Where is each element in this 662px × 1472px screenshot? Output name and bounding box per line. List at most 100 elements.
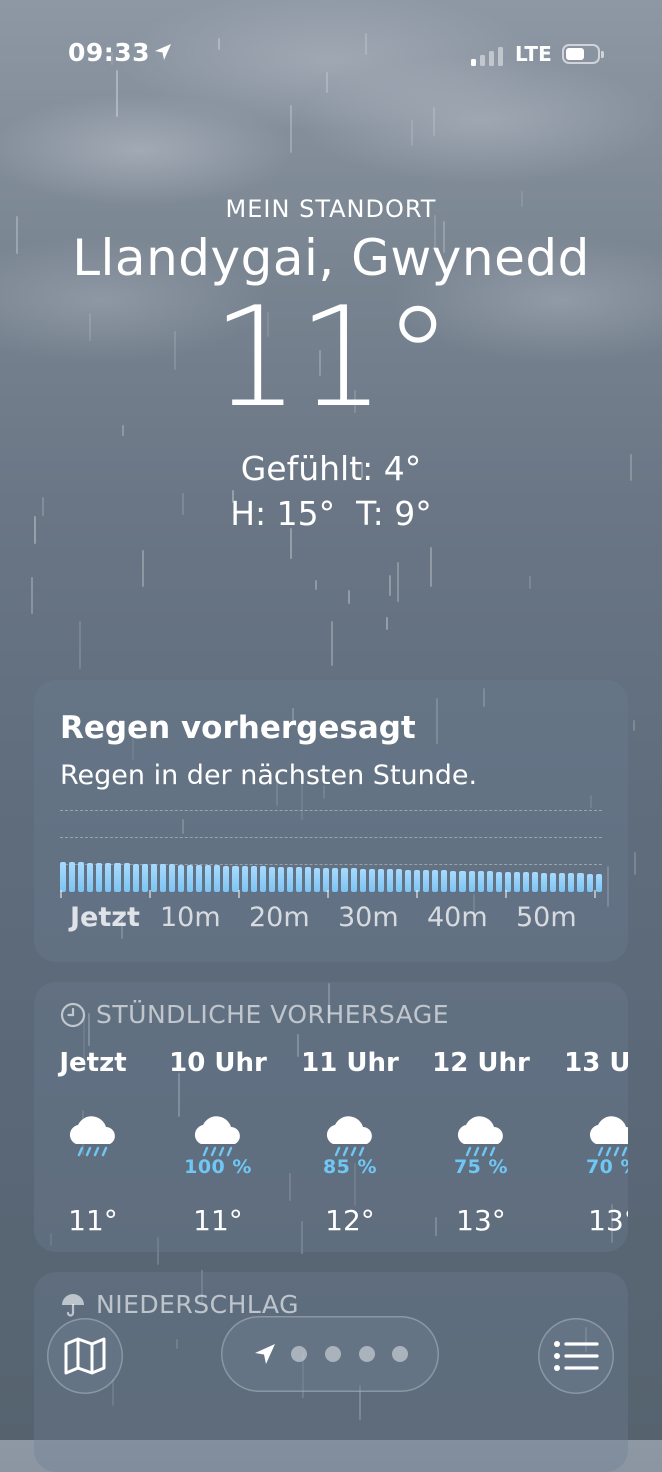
minute-bar — [332, 868, 339, 892]
hour-temp: 13° — [588, 1204, 628, 1237]
minute-bar — [377, 869, 384, 892]
minute-bar — [314, 867, 321, 892]
page-dot[interactable] — [392, 1346, 408, 1362]
minute-bar — [250, 866, 257, 892]
minute-bar — [341, 868, 348, 892]
minute-bar — [205, 865, 212, 892]
page-indicator[interactable] — [221, 1316, 439, 1392]
minute-bar — [495, 871, 502, 892]
minute-bar — [150, 864, 157, 892]
hourly-forecast-title: STÜNDLICHE VORHERSAGE — [96, 1000, 450, 1029]
minute-bar — [159, 864, 166, 892]
hour-precip: 100 % — [184, 1156, 252, 1178]
minute-bar — [296, 867, 303, 892]
hour-temp: 13° — [456, 1204, 506, 1237]
minute-labels: Jetzt 10m 20m 30m 40m 50m — [34, 902, 628, 936]
minute-bar — [395, 869, 402, 892]
hourly-scroll[interactable]: Jetzt 11° 10 Uhr 100 % 11° 11 Uhr 85 % 1… — [34, 1048, 628, 1238]
rain-forecast-title: Regen vorhergesagt — [60, 710, 416, 746]
minute-label-now: Jetzt — [70, 902, 140, 933]
minute-bar — [259, 866, 266, 892]
hour-temp: 11° — [68, 1204, 118, 1237]
precipitation-title: NIEDERSCHLAG — [96, 1290, 299, 1319]
minute-bar — [69, 862, 76, 892]
weather-header: MEIN STANDORT Llandygai, Gwynedd 11° Gef… — [0, 195, 662, 533]
minute-bar — [123, 863, 130, 892]
rain-streak — [326, 72, 328, 93]
grid-line — [60, 810, 602, 811]
high-low: H: 15° T: 9° — [230, 494, 432, 533]
minute-bar — [414, 869, 421, 892]
hour-label: 13 Uhr — [564, 1048, 628, 1078]
minute-tick — [60, 890, 62, 898]
minute-bar — [187, 864, 194, 892]
minute-bar — [441, 870, 448, 892]
minute-bar — [386, 869, 393, 892]
minute-bar — [305, 867, 312, 892]
minute-bar — [105, 863, 112, 892]
minute-bar — [232, 865, 239, 892]
hour-label: 12 Uhr — [432, 1048, 530, 1078]
minute-label: 40m — [427, 902, 488, 933]
hour-temp: 11° — [193, 1204, 243, 1237]
rain-streak — [389, 575, 391, 596]
minute-bar — [359, 868, 366, 892]
hour-temp: 12° — [325, 1204, 375, 1237]
minute-bar — [78, 862, 85, 892]
page-dot[interactable] — [325, 1346, 341, 1362]
minute-bar — [459, 870, 466, 892]
hour-item: 13 Uhr 70 % 13° — [558, 1048, 628, 1237]
minute-bar — [168, 864, 176, 892]
minute-tick — [594, 890, 596, 898]
minute-bar — [178, 864, 185, 892]
rain-streak — [31, 577, 33, 614]
my-location-label: MEIN STANDORT — [225, 195, 437, 223]
location-list-button[interactable] — [538, 1318, 614, 1394]
minute-bar — [513, 872, 520, 892]
hourly-forecast-card[interactable]: STÜNDLICHE VORHERSAGE Jetzt 11° 10 Uhr 1… — [34, 982, 628, 1252]
page-dot[interactable] — [291, 1346, 307, 1362]
minute-precip-bars — [60, 862, 602, 892]
hour-item: Jetzt 11° — [38, 1048, 148, 1237]
page-dot[interactable] — [359, 1346, 375, 1362]
minute-bar — [87, 862, 94, 892]
rain-streak — [430, 547, 432, 587]
minute-tick — [327, 890, 329, 898]
signal-strength-icon — [471, 44, 505, 66]
minute-label: 30m — [338, 902, 399, 933]
feels-like: Gefühlt: 4° — [240, 449, 422, 488]
minute-tick — [238, 890, 240, 898]
hour-item: 11 Uhr 85 % 12° — [295, 1048, 405, 1237]
minute-bar — [268, 866, 275, 892]
location-services-icon — [153, 42, 173, 66]
rain-forecast-subtitle: Regen in der nächsten Stunde. — [60, 760, 478, 791]
minute-bar — [223, 865, 230, 892]
minute-bar — [404, 869, 412, 892]
hour-label: 10 Uhr — [169, 1048, 267, 1078]
minute-tick — [416, 890, 418, 898]
hour-label: Jetzt — [59, 1048, 127, 1078]
rain-streak — [79, 621, 81, 669]
rain-streak — [529, 576, 531, 589]
map-button[interactable] — [47, 1318, 123, 1394]
minute-bar — [214, 865, 221, 892]
network-type: LTE — [515, 42, 552, 66]
minute-bar — [450, 870, 457, 892]
clock-icon — [60, 1002, 86, 1027]
minute-bar — [477, 871, 484, 892]
minute-bar — [323, 867, 330, 892]
hour-precip: 75 % — [453, 1156, 509, 1178]
rain-cloud-icon — [38, 1110, 148, 1166]
hour-precip: 70 % — [585, 1156, 628, 1178]
status-time: 09:33 — [68, 38, 151, 67]
rain-streak — [315, 580, 317, 590]
rain-streak — [386, 617, 388, 630]
hour-precip: 85 % — [322, 1156, 378, 1178]
minute-bar — [350, 868, 357, 892]
battery-icon — [562, 44, 604, 64]
minute-bar — [486, 871, 493, 892]
rain-streak — [411, 120, 413, 146]
hour-item: 10 Uhr 100 % 11° — [163, 1048, 273, 1237]
rain-forecast-card[interactable]: Regen vorhergesagt Regen in der nächsten… — [34, 680, 628, 962]
rain-streak — [116, 70, 118, 117]
